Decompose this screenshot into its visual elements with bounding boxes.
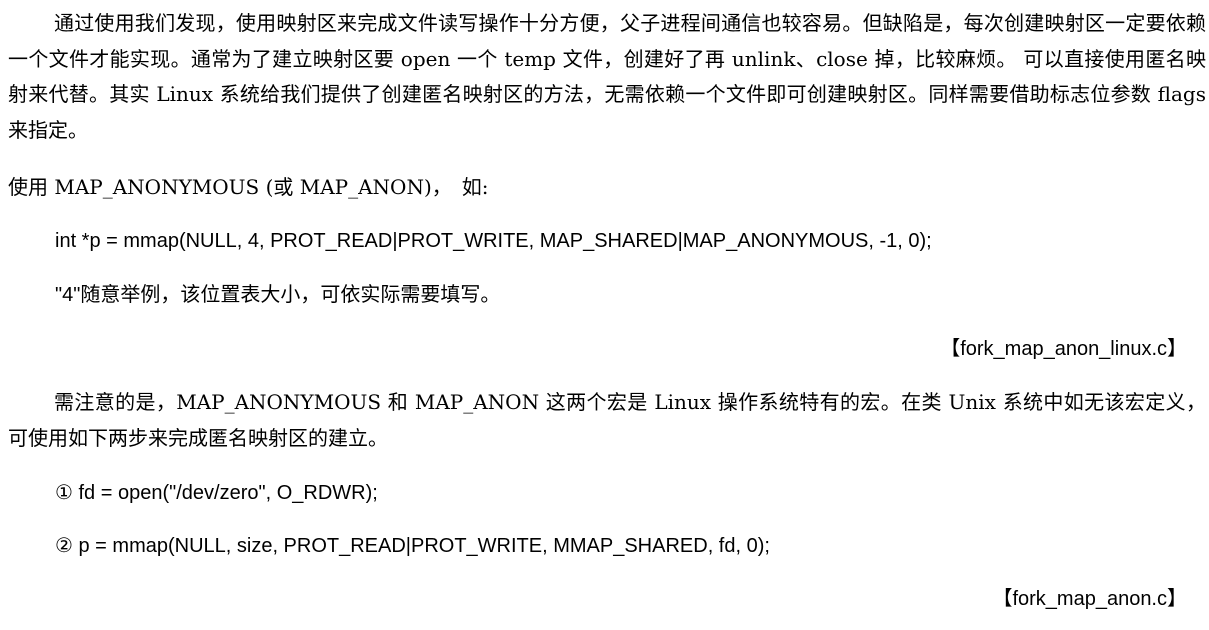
file-reference-linux: 【fork_map_anon_linux.c】 [940,338,1187,360]
size-note: "4"随意举例，该位置表大小，可依实际需要填写。 [55,284,501,306]
usage-paragraph: 使用 MAP_ANONYMOUS (或 MAP_ANON)， 如: [8,175,489,199]
document-page: 通过使用我们发现，使用映射区来完成文件读写操作十分方便，父子进程间通信也较容易。… [0,0,1209,630]
intro-paragraph: 通过使用我们发现，使用映射区来完成文件读写操作十分方便，父子进程间通信也较容易。… [8,11,1206,142]
step-two-mmap: ② p = mmap(NULL, size, PROT_READ|PROT_WR… [55,535,770,557]
step-one-open: ① fd = open("/dev/zero", O_RDWR); [55,482,378,504]
code-example-mmap: int *p = mmap(NULL, 4, PROT_READ|PROT_WR… [55,230,932,252]
file-reference-generic: 【fork_map_anon.c】 [992,588,1187,610]
unix-note-paragraph: 需注意的是，MAP_ANONYMOUS 和 MAP_ANON 这两个宏是 Lin… [8,390,1206,450]
